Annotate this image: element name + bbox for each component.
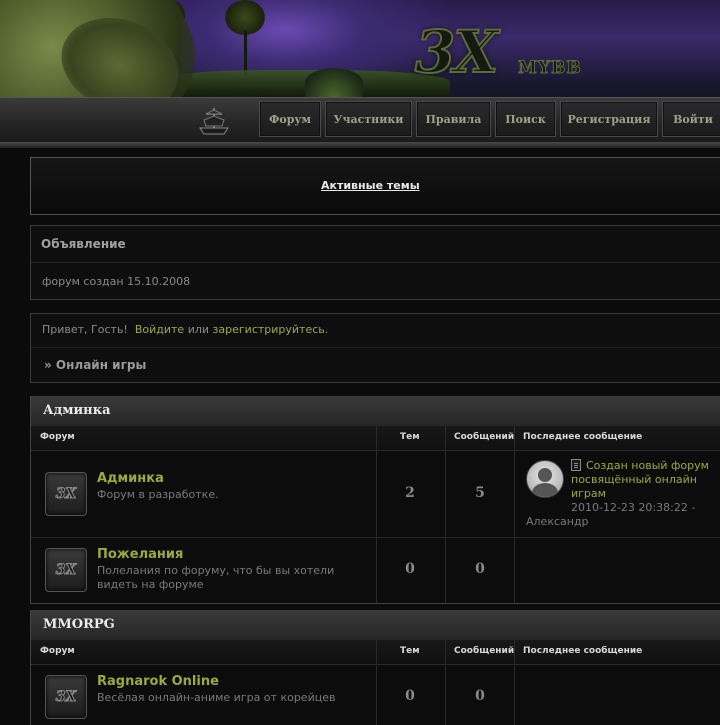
greeting-suffix: .: [324, 323, 329, 336]
nav-login-button[interactable]: Войти: [662, 101, 720, 137]
header-tree-trunk: [244, 30, 247, 75]
topic-count: 0: [405, 688, 415, 704]
col-last-post: Последнее сообщение: [523, 432, 643, 442]
post-count: 0: [475, 561, 485, 577]
greeting-or: или: [187, 323, 210, 336]
announcement-title: Объявление: [41, 237, 126, 251]
header-helmet: [305, 68, 363, 98]
col-forum: Форум: [40, 432, 75, 442]
column-divider: [514, 640, 515, 725]
column-divider: [514, 426, 515, 603]
column-divider: [445, 426, 446, 603]
forum-description: Весёлая онлайн-аниме игра от корейцев: [97, 691, 336, 704]
col-topics: Тем: [400, 646, 420, 656]
login-link[interactable]: Войдите: [135, 323, 184, 336]
col-forum: Форум: [40, 646, 75, 656]
column-divider: [376, 640, 377, 725]
forum-description: Полелания по форуму, что бы вы хотели ви…: [97, 564, 335, 591]
category-header: MMORPG: [31, 610, 720, 641]
guest-greeting: Привет, Гость! Войдите или зарегистрируй…: [42, 323, 328, 336]
nav-search-button[interactable]: Поиск: [495, 101, 556, 137]
category-title[interactable]: Админка: [43, 403, 111, 418]
column-divider: [445, 640, 446, 725]
avatar-head: [538, 468, 552, 482]
category-header: Админка: [31, 396, 720, 427]
last-post-author[interactable]: Александр: [526, 515, 589, 528]
col-last-post: Последнее сообщение: [523, 646, 643, 656]
last-post-title[interactable]: Создан новый форум посвящённый онлайн иг…: [571, 459, 720, 501]
post-count: 5: [475, 485, 485, 501]
forum-status-icon: 3X: [45, 472, 87, 516]
forum-status-icon: 3X: [45, 675, 87, 719]
breadcrumb[interactable]: » Онлайн игры: [44, 358, 146, 372]
announcement-divider: [31, 262, 720, 263]
nav-register-button[interactable]: Регистрация: [560, 101, 658, 137]
nav-rules-button[interactable]: Правила: [416, 101, 491, 137]
column-divider: [376, 426, 377, 603]
col-posts: Сообщений: [454, 646, 515, 656]
avatar-body: [532, 483, 558, 497]
navbar-bottom-line: [0, 142, 720, 148]
greeting-prefix: Привет, Гость!: [42, 323, 128, 336]
announcement-text: форум создан 15.10.2008: [42, 275, 191, 288]
forum-status-icon: 3X: [45, 548, 87, 592]
forum-title[interactable]: Ragnarok Online: [97, 674, 219, 689]
forum-description: Форум в разработке.: [97, 488, 219, 501]
post-count: 0: [475, 688, 485, 704]
topic-count: 0: [405, 561, 415, 577]
user-avatar[interactable]: [526, 460, 564, 498]
forum-title[interactable]: Пожелания: [97, 547, 183, 562]
site-logo[interactable]: 3X: [414, 17, 499, 87]
col-posts: Сообщений: [454, 432, 515, 442]
topic-count: 2: [405, 485, 415, 501]
category-title[interactable]: MMORPG: [43, 617, 115, 632]
header-grass: [150, 70, 450, 100]
forum-title[interactable]: Админка: [97, 471, 164, 486]
register-link[interactable]: зарегистрируйтесь: [213, 323, 325, 336]
col-topics: Тем: [400, 432, 420, 442]
ship-spark: [196, 104, 232, 140]
nav-forum-button[interactable]: Форум: [259, 101, 321, 137]
active-topics-link[interactable]: Активные темы: [321, 179, 420, 192]
last-post-date: 2010-12-23 20:38:22 -: [571, 501, 696, 514]
nav-members-button[interactable]: Участники: [325, 101, 412, 137]
greeting-divider: [31, 347, 720, 348]
site-logo-sub: MYBB: [518, 58, 582, 79]
